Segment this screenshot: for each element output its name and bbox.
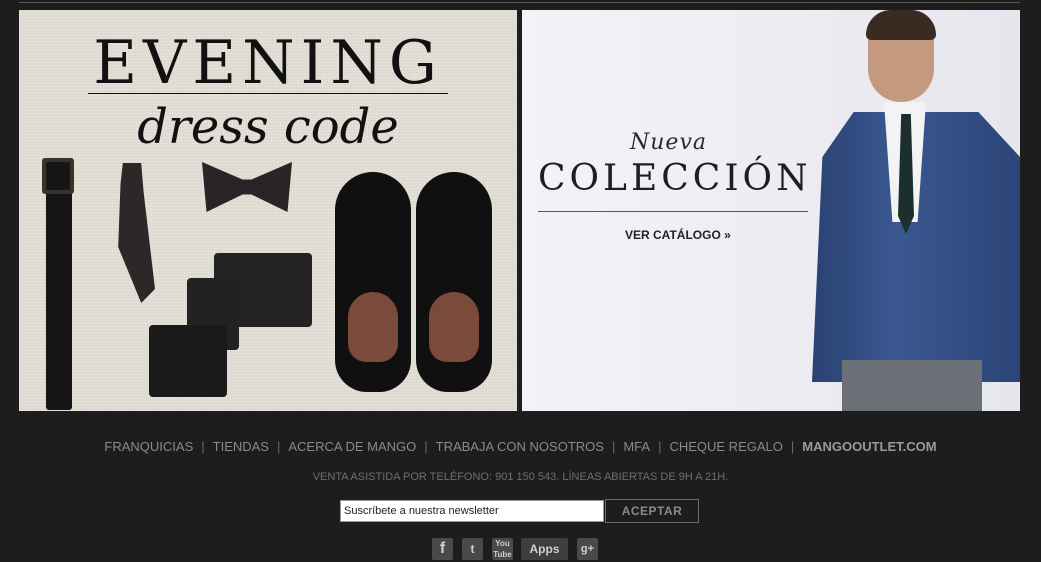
footer-separator: | xyxy=(276,439,281,454)
banner-title: COLECCIÓN xyxy=(538,158,812,199)
bowtie-image xyxy=(202,162,292,212)
apps-icon[interactable]: Apps xyxy=(521,538,568,560)
newsletter-accept-button[interactable]: ACEPTAR xyxy=(605,499,699,523)
newsletter-email-input[interactable] xyxy=(339,499,605,523)
right-shoe-image xyxy=(416,172,492,392)
left-shoe-image xyxy=(335,172,411,392)
footer-link-acerca-de-mango[interactable]: ACERCA DE MANGO xyxy=(288,439,416,454)
twitter-icon[interactable]: t xyxy=(462,538,483,560)
phone-sales-info: VENTA ASISTIDA POR TELÉFONO: 901 150 543… xyxy=(312,471,729,483)
footer-link-trabaja-con-nosotros[interactable]: TRABAJA CON NOSOTROS xyxy=(436,439,604,454)
footer-link-mfa[interactable]: MFA xyxy=(623,439,650,454)
banner-title: EVENING xyxy=(93,28,443,98)
top-divider xyxy=(19,2,1020,3)
footer-link-franquicias[interactable]: FRANQUICIAS xyxy=(104,439,193,454)
banner-subtitle: dress code xyxy=(137,99,399,155)
banner-kicker: Nueva xyxy=(630,130,707,155)
wallet-image xyxy=(149,325,227,397)
model-hair xyxy=(866,10,936,40)
footer-separator: | xyxy=(424,439,428,454)
belt-buckle-image xyxy=(42,158,74,194)
footer-link-cheque-regalo[interactable]: CHEQUE REGALO xyxy=(669,439,782,454)
nueva-coleccion-banner[interactable]: Nueva COLECCIÓN VER CATÁLOGO » xyxy=(522,10,1020,411)
googleplus-icon[interactable]: g+ xyxy=(577,538,598,560)
tie-image xyxy=(118,163,155,303)
footer-separator: | xyxy=(201,439,205,454)
youtube-icon[interactable]: You Tube xyxy=(492,538,513,560)
footer-nav: FRANQUICIAS | TIENDAS | ACERCA DE MANGO | TRAB… xyxy=(0,439,1041,454)
banner-title-rule xyxy=(88,93,448,94)
evening-dress-code-banner[interactable]: EVENING dress code xyxy=(19,10,517,411)
model-photo xyxy=(812,10,1020,411)
facebook-icon[interactable]: f xyxy=(432,538,453,560)
footer-link-tiendas[interactable]: TIENDAS xyxy=(213,439,269,454)
footer-separator: | xyxy=(611,439,616,454)
banner-title-rule xyxy=(538,211,808,212)
footer-separator: | xyxy=(790,439,795,454)
ver-catalogo-link[interactable]: VER CATÁLOGO » xyxy=(625,228,731,242)
footer-link-mangooutlet[interactable]: MANGOOUTLET.COM xyxy=(802,439,936,454)
footer-separator: | xyxy=(658,439,662,454)
belt-image xyxy=(46,160,72,410)
model-trousers xyxy=(842,360,982,411)
